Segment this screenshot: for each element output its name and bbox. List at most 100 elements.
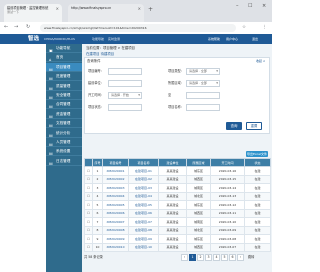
header-logout-link[interactable]: 退出 [252,36,258,42]
query-button[interactable]: 查询 [226,122,242,130]
row-checkbox[interactable]: ☐ [84,200,93,210]
sidebar-item[interactable]: ▤ 统计分析 [46,129,82,138]
text-input[interactable] [108,68,142,75]
nav-link-monitor[interactable]: 实时监测 [108,36,120,42]
table-row[interactable]: ☐ 2 XM2020002 在建项目-02 某某建设 城西区 2020-03-15 在建 [84,174,271,184]
column-header[interactable]: 项目编号 [102,158,129,167]
row-checkbox[interactable]: ☐ [84,225,93,235]
text-input[interactable] [108,104,142,111]
row-checkbox[interactable]: ☐ [84,208,93,218]
table-cell[interactable]: XM2020001 [102,166,129,176]
table-row[interactable]: ☐ 8 XM2020008 在建项目-08 某某建设 城北区 2020-03-09 在建 [84,225,271,235]
header-help-link[interactable]: 系统帮助 [208,36,220,42]
table-cell[interactable]: XM2020008 [102,225,129,235]
row-checkbox[interactable]: ☐ [84,191,93,201]
table-row[interactable]: ☐ 7 XM2020007 在建项目-07 某某建设 城南区 2020-03-10 在建 [84,217,271,227]
table-row[interactable]: ☐ 5 XM2020005 在建项目-05 某某建设 城东区 2020-03-12 在建 [84,200,271,210]
table-cell[interactable]: XM2020004 [102,191,129,201]
row-checkbox[interactable]: ☐ [84,234,93,244]
column-header[interactable]: 状态 [244,158,271,167]
page-button[interactable]: 5 [221,254,228,261]
table-row[interactable]: ☐ 6 XM2020006 在建项目-06 某某建设 城西区 2020-03-11 在建 [84,208,271,218]
table-cell[interactable]: 在建项目-06 [128,208,159,218]
table-cell[interactable]: 在建项目-01 [128,166,159,176]
select-field[interactable]: 请选择 · 开始 [108,92,142,99]
page-button[interactable]: 1 [189,254,196,261]
table-cell[interactable]: 在建项目-09 [128,234,159,244]
sidebar-item[interactable]: ▤ 资金管理 [46,110,82,119]
collapse-toggle[interactable]: 收起 ∧ [256,58,265,64]
new-tab-button[interactable]: + [148,6,153,13]
row-checkbox[interactable]: ☐ [84,217,93,227]
back-icon[interactable]: ← [4,24,8,30]
page-button[interactable]: 3 [205,254,212,261]
row-checkbox[interactable]: ☐ [84,242,93,252]
sidebar-item[interactable]: ▤ 项目管理 [46,62,82,72]
row-checkbox[interactable]: ☐ [84,183,93,193]
table-cell[interactable]: 在建项目-04 [128,191,159,201]
sidebar-item[interactable]: ▤ 系统设置 [46,147,82,157]
forward-icon[interactable]: → [14,24,18,30]
sidebar-item[interactable]: ▤ 日志管理 [46,157,82,166]
table-cell[interactable]: 在建项目-02 [128,174,159,184]
table-row[interactable]: ☐ 10 XM2020010 在建项目-10 某某建设 城西区 2020-03-07 在建 [84,242,271,252]
sidebar-item[interactable]: ▤ 安全管理 [46,91,82,100]
menu-kebab-icon[interactable]: ⋮ [262,25,267,30]
browser-tab-2[interactable]: http://www.finalsyspro.cn × [68,4,144,22]
page-button[interactable]: 2 [197,254,204,261]
table-row[interactable]: ☐ 1 XM2020001 在建项目-01 某某建设 城东区 2020-03-16 在建 [84,166,271,176]
reload-icon[interactable]: ↻ [26,24,30,30]
table-cell[interactable]: XM2020009 [102,234,129,244]
text-input[interactable] [108,80,142,87]
page-button[interactable]: › [237,254,244,261]
table-cell[interactable]: XM2020006 [102,208,129,218]
page-button[interactable]: ‹ [181,254,188,261]
close-window-button[interactable]: × [262,3,266,9]
sidebar-item[interactable]: ▤ 质量管理 [46,82,82,91]
text-input[interactable] [186,104,220,111]
sidebar-item[interactable]: ▤ 合同管理 [46,100,82,110]
nav-link-functions[interactable]: 功能导航 [92,36,104,42]
sidebar-item[interactable]: ▣ 功能导航 [46,44,82,53]
column-header[interactable]: 所属区域 [186,158,211,167]
table-cell[interactable]: 在建项目-05 [128,200,159,210]
header-user-link[interactable]: 用户中心 [226,36,238,42]
table-cell[interactable]: XM2020002 [102,174,129,184]
select-field[interactable]: 请选择 · 全部 [186,80,220,87]
url-input[interactable]: www.finalsyspro.cn/xmgl/sxxmgl/list?menu… [40,24,236,32]
table-cell[interactable]: XM2020010 [102,242,129,252]
close-icon[interactable]: × [138,6,141,11]
sidebar-item[interactable]: ▤ 人员管理 [46,138,82,147]
reset-button[interactable]: 重置 [246,122,262,130]
table-cell[interactable]: XM2020005 [102,200,129,210]
column-header[interactable]: 建设单位 [158,158,187,167]
bookmark-star-icon[interactable]: ☆ [242,25,246,30]
table-cell[interactable]: XM2020003 [102,183,129,193]
row-checkbox[interactable]: ☐ [84,174,93,184]
table-row[interactable]: ☐ 9 XM2020009 在建项目-09 某某建设 城东区 2020-03-08 在建 [84,234,271,244]
table-cell[interactable]: 在建项目-07 [128,217,159,227]
select-field[interactable]: 请选择 · 全部 [186,68,220,75]
table-row[interactable]: ☐ 3 XM2020003 在建项目-03 某某建设 城南区 2020-03-14 在建 [84,183,271,193]
minimize-button[interactable]: – [236,3,239,9]
text-input[interactable] [186,92,220,99]
table-cell[interactable]: 在建项目-10 [128,242,159,252]
row-checkbox[interactable]: ☐ [84,166,93,176]
table-cell[interactable]: 在建项目-08 [128,225,159,235]
column-header[interactable] [84,158,93,167]
close-icon[interactable]: × [56,6,59,11]
table-cell[interactable]: 在建项目-03 [128,183,159,193]
page-button[interactable]: 6 [229,254,236,261]
column-header[interactable]: 开工时间 [210,158,245,167]
column-header[interactable]: 项目名称 [128,158,159,167]
page-button[interactable]: 4 [213,254,220,261]
export-button[interactable]: 导出Excel文件 [246,151,268,157]
column-header[interactable]: 序号 [92,158,103,167]
browser-tab-1[interactable]: 建设项目管理 · 监控管理系统 测试一下 × [4,4,62,22]
sidebar-item[interactable]: ⌂ 首页 [46,53,82,63]
sidebar-item[interactable]: ▤ 进度管理 [46,72,82,82]
table-cell[interactable]: XM2020007 [102,217,129,227]
maximize-button[interactable]: ☐ [248,3,252,9]
sidebar-item[interactable]: ▤ 文档管理 [46,119,82,129]
goto-page-button[interactable]: 跳转 [248,255,254,259]
